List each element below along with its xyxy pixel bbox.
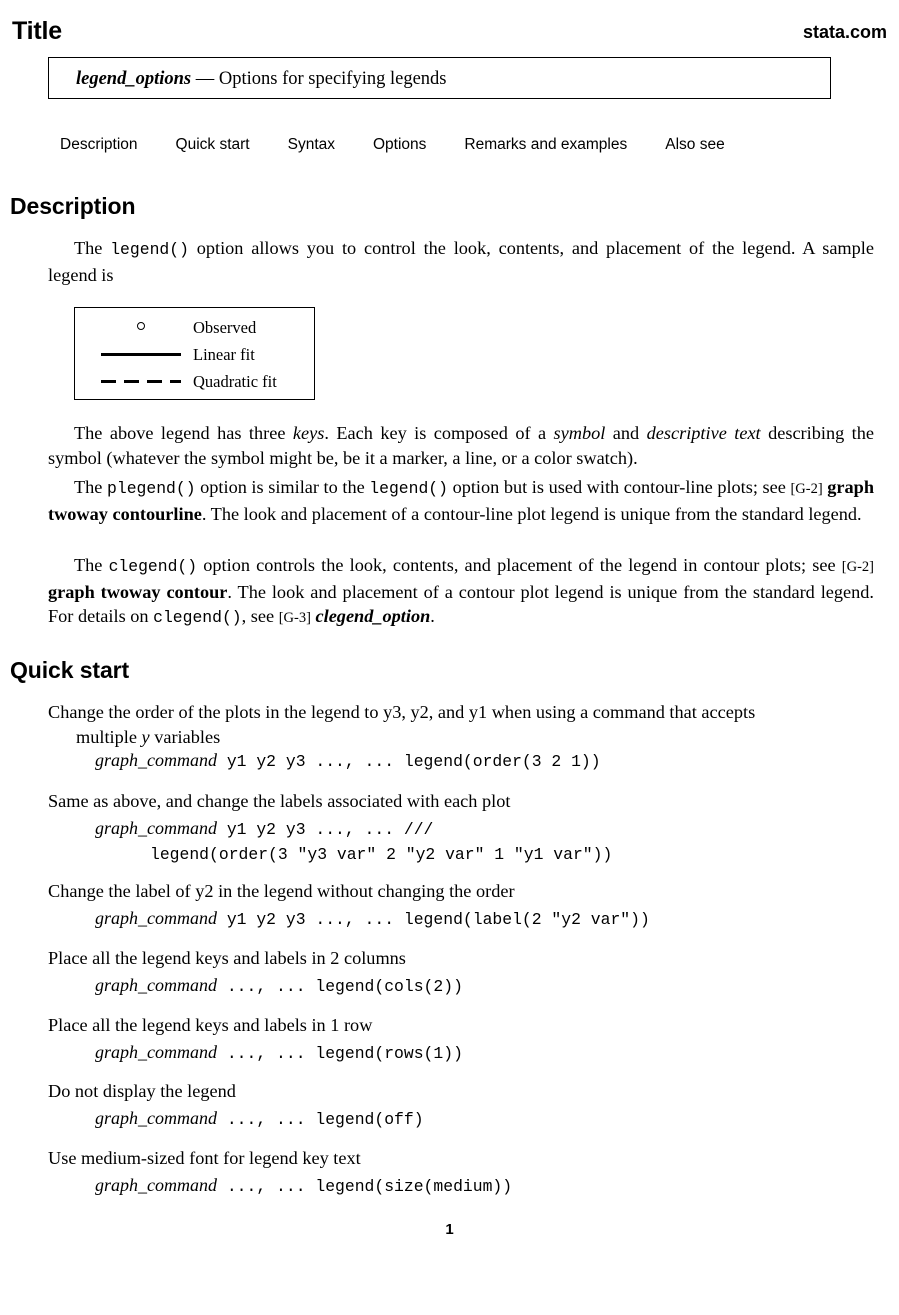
legend-key-row: Quadratic fit [75,367,314,398]
code-clegend: clegend() [153,608,242,628]
code-graph-command: graph_command [95,1042,217,1062]
manual-reference-g3: [G-3] [278,610,311,627]
quick-start-description: Change the label of y2 in the legend wit… [48,879,878,904]
code-graph-command: graph_command [95,750,217,770]
code-graph-command: graph_command [95,1175,217,1195]
quick-start-description: Same as above, and change the labels ass… [48,789,878,814]
code-graph-command: graph_command [95,1108,217,1128]
nav-link-remarks-and-examples[interactable]: Remarks and examples [464,134,627,156]
section-nav: Description Quick start Syntax Options Remar… [60,134,860,158]
text-fragment: option but is used with contour-line plo… [447,477,791,497]
legend-key-label: Observed [193,318,257,337]
nav-link-also-see[interactable]: Also see [665,134,724,156]
text-fragment: Place all the legend keys and labels in … [48,948,406,968]
legend-key-symbol [93,367,189,398]
code-body: y1 y2 y3 ..., ... legend(label(2 "y2 var… [217,910,650,929]
document-page: Title stata.com legend_options — Options… [0,0,899,1315]
quick-start-description: Place all the legend keys and labels in … [48,946,878,971]
entry-command-name: legend_options [76,69,192,89]
manual-reference-g2: [G-2] [790,481,823,497]
variable-y: y [141,726,150,747]
nav-link-options[interactable]: Options [373,134,426,156]
text-fragment: option is similar to the [195,477,370,497]
text-fragment: . The look and placement of a contour-li… [201,503,862,524]
text-fragment: Same as above, and change the labels ass… [48,791,511,811]
quick-start-description: Use medium-sized font for legend key tex… [48,1146,878,1171]
term-keys: keys [292,423,325,443]
quick-start-description: Change the order of the plots in the leg… [48,700,878,749]
entry-dash: — [195,69,215,89]
entry-title-box: legend_options — Options for specifying … [48,57,831,99]
text-fragment: , see [241,606,279,627]
quick-start-code: graph_command ..., ... legend(size(mediu… [95,1173,895,1199]
code-body: ..., ... legend(off) [217,1110,424,1129]
code-legend: legend() [369,479,448,498]
description-paragraph-3: The plegend() option is similar to the l… [48,475,874,526]
text-fragment: Place all the legend keys and labels in … [48,1015,373,1035]
text-fragment: The [74,555,109,575]
text-fragment: Do not display the legend [48,1081,236,1101]
text-fragment: Change the label of y2 in the legend wit… [48,881,515,901]
circle-marker-icon [137,322,145,330]
text-fragment: The [74,238,111,258]
text-fragment-continued: multiple y variables [76,726,221,747]
dashed-line-icon [101,380,181,383]
text-fragment: . [430,606,435,627]
text-fragment: option controls the look, contents, and … [197,555,842,575]
description-paragraph-1: The legend() option allows you to contro… [48,236,874,287]
quick-start-code: graph_command y1 y2 y3 ..., ... legend(l… [95,906,895,932]
code-clegend: clegend() [108,557,198,576]
code-graph-command: graph_command [95,975,217,995]
page-header: Title stata.com [0,16,899,50]
nav-link-description[interactable]: Description [60,134,138,156]
quick-start-code: graph_command ..., ... legend(off) [95,1106,895,1132]
text-fragment: and [605,423,647,443]
description-paragraph-4: The clegend() option controls the look, … [48,553,874,631]
quick-start-code: graph_command ..., ... legend(cols(2)) [95,973,895,999]
text-fragment: The [74,477,108,497]
description-paragraph-2: The above legend has three keys. Each ke… [48,421,874,470]
code-graph-command: graph_command [95,818,217,838]
code-graph-command: graph_command [95,908,217,928]
link-graph-twoway-contour[interactable]: graph twoway contour [48,582,227,602]
code-legend: legend() [110,240,189,259]
term-symbol: symbol [553,423,606,443]
term-descriptive-text: descriptive text [646,423,761,443]
code-body: ..., ... legend(size(medium)) [217,1177,513,1196]
link-clegend-option[interactable]: clegend_option [316,606,431,626]
text-fragment: Change the order of the plots in the leg… [48,702,756,722]
heading-description: Description [10,193,136,219]
solid-line-icon [101,353,181,356]
text-fragment: . Each key is composed of a [324,423,554,443]
quick-start-description: Place all the legend keys and labels in … [48,1013,878,1038]
manual-reference-g2: [G-2] [841,559,874,575]
code-body-continued: legend(order(3 "y3 var" 2 "y2 var" 1 "y1… [150,845,613,864]
text-fragment: Use medium-sized font for legend key tex… [48,1148,361,1168]
heading-quick-start: Quick start [10,657,130,683]
code-body: ..., ... legend(cols(2)) [217,977,463,996]
quick-start-code: graph_command y1 y2 y3 ..., ... legend(o… [95,748,895,774]
code-plegend: plegend() [107,479,196,498]
page-number: 1 [445,1221,454,1238]
legend-key-label: Quadratic fit [193,372,277,391]
sample-legend-figure: Observed Linear fit Quadratic fit [74,307,315,400]
text-fragment: The above legend has three [74,423,293,443]
nav-link-quick-start[interactable]: Quick start [176,134,250,156]
quick-start-description: Do not display the legend [48,1079,878,1104]
code-body: y1 y2 y3 ..., ... legend(order(3 2 1)) [217,752,601,771]
nav-link-syntax[interactable]: Syntax [288,134,335,156]
entry-description: Options for specifying legends [218,69,447,89]
quick-start-code: graph_command ..., ... legend(rows(1)) [95,1040,895,1066]
quick-start-code: graph_command y1 y2 y3 ..., ... /// lege… [95,816,895,867]
stata-com-link[interactable]: stata.com [803,21,887,43]
code-body: ..., ... legend(rows(1)) [217,1044,463,1063]
entry-title-text: legend_options — Options for specifying … [76,67,447,91]
code-body: y1 y2 y3 ..., ... /// [217,820,434,839]
page-title: Title [12,17,62,45]
legend-key-label: Linear fit [193,345,255,364]
